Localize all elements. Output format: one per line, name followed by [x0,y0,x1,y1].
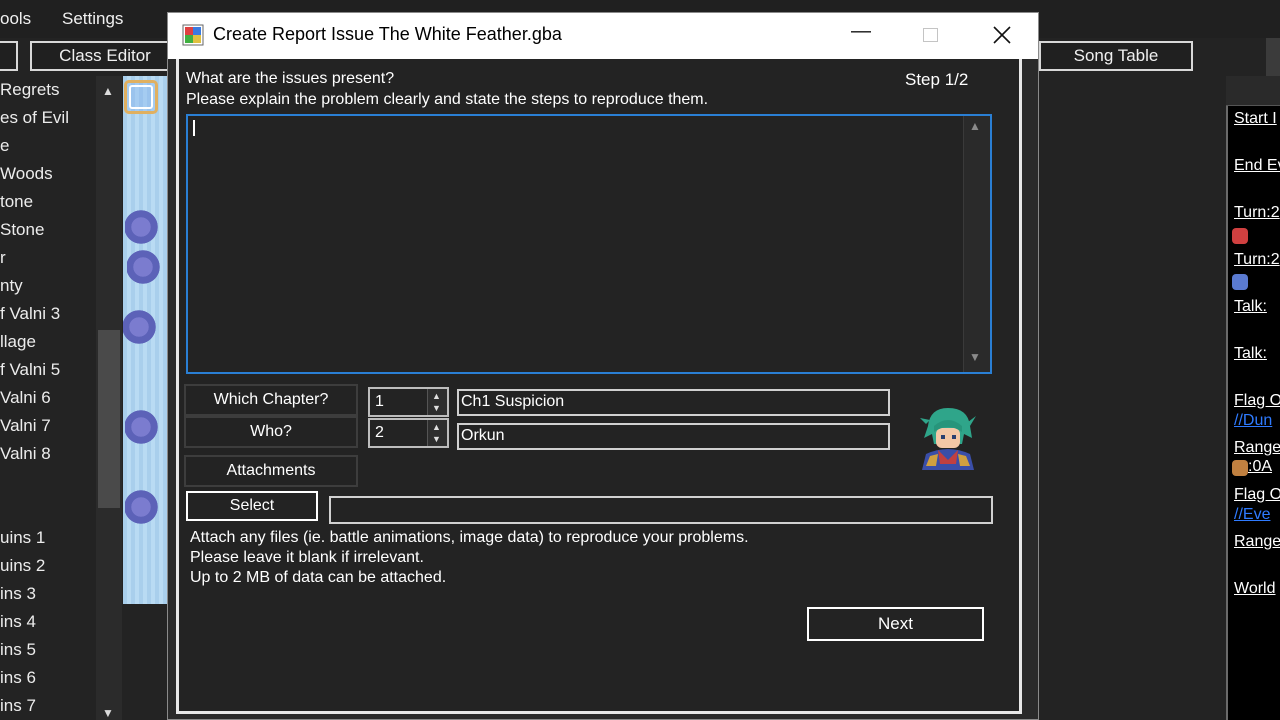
scroll-up-icon[interactable]: ▲ [969,119,981,133]
stepper-up-icon[interactable]: ▲ [432,391,441,401]
list-item[interactable]: uins 2 [0,556,45,576]
list-item[interactable]: Valni 8 [0,444,51,464]
who-name-field[interactable]: Orkun [457,423,890,450]
scroll-up-icon[interactable]: ▲ [102,84,114,98]
text-caret [193,120,195,136]
event-line[interactable]: :0A [1248,458,1272,476]
event-line[interactable]: Talk: [1234,298,1267,316]
list-item[interactable]: nty [0,276,23,296]
list-scrollbar-thumb[interactable] [98,330,120,508]
chapter-stepper[interactable]: 1 ▲ ▼ [368,387,449,417]
select-file-button[interactable]: Select [186,491,318,521]
scroll-down-icon[interactable]: ▼ [969,350,981,364]
textarea-scrollbar[interactable] [963,116,990,372]
dialog-title: Create Report Issue The White Feather.gb… [213,24,562,44]
attachments-label: Attachments [184,455,358,487]
issue-description-textarea[interactable] [186,114,992,374]
unit-icon [1232,228,1248,244]
list-item[interactable]: es of Evil [0,108,69,128]
event-line[interactable]: Flag O [1234,486,1280,504]
event-line[interactable]: Talk: [1234,345,1267,363]
event-comment[interactable]: //Dun [1234,412,1272,430]
stepper-down-icon[interactable]: ▼ [432,434,441,444]
minimize-icon[interactable]: — [851,20,871,43]
list-item[interactable]: Stone [0,220,44,240]
list-item[interactable]: Valni 7 [0,416,51,436]
map-preview[interactable] [123,76,171,604]
list-item[interactable]: Regrets [0,80,60,100]
list-item[interactable]: llage [0,332,36,352]
event-line[interactable]: Flag O [1234,392,1280,410]
class-editor-button[interactable]: Class Editor [30,41,180,71]
tree-tile [127,246,167,288]
event-line[interactable]: Turn:2 [1234,251,1280,269]
list-item[interactable]: r [0,248,6,268]
menu-settings[interactable]: Settings [62,9,123,29]
scroll-down-icon[interactable]: ▼ [102,706,114,720]
list-item[interactable]: f Valni 3 [0,304,60,324]
song-table-button[interactable]: Song Table [1039,41,1193,71]
step-indicator: Step 1/2 [905,70,969,89]
window-edge [1266,38,1280,76]
maximize-icon [923,28,938,42]
list-item[interactable]: tone [0,192,33,212]
event-line[interactable]: Range [1234,439,1280,457]
list-item[interactable]: ins 3 [0,584,36,604]
list-item[interactable]: uins 1 [0,528,45,548]
event-line[interactable]: Range [1234,533,1280,551]
event-line[interactable]: End Ev [1234,157,1280,175]
tree-tile [125,486,165,528]
menu-tools[interactable]: ools [0,9,31,29]
chapter-list[interactable]: Regrets es of Evil e Woods tone Stone r … [0,76,96,720]
tree-tile [125,206,165,248]
list-item[interactable]: Valni 6 [0,388,51,408]
app-icon [182,24,204,46]
list-item[interactable]: Woods [0,164,53,184]
who-stepper[interactable]: 2 ▲ ▼ [368,418,449,448]
issue-instruction: Please explain the problem clearly and s… [186,91,709,108]
list-item[interactable]: ins 6 [0,668,36,688]
event-comment[interactable]: //Eve [1234,506,1270,524]
list-item[interactable]: ins 4 [0,612,36,632]
tree-tile [123,306,163,348]
map-cursor-inner [129,85,153,109]
chapter-stepper-value: 1 [375,393,384,410]
event-line[interactable]: Start I [1234,110,1277,128]
next-button[interactable]: Next [807,607,984,641]
event-panel-header [1226,76,1280,106]
who-label: Who? [184,416,358,448]
list-item[interactable]: f Valni 5 [0,360,60,380]
tree-tile [125,406,165,448]
stepper-arrows[interactable]: ▲ ▼ [427,389,447,415]
who-stepper-value: 2 [375,424,384,441]
item-icon [1232,460,1248,476]
event-line[interactable]: Turn:2 [1234,204,1280,222]
character-portrait [920,408,976,470]
event-panel[interactable]: Start I End Ev Turn:2 Turn:2 Talk: Talk:… [1226,76,1280,720]
toolbar-button-partial[interactable] [0,41,18,71]
close-icon[interactable] [993,26,1011,44]
chapter-label: Which Chapter? [184,384,358,416]
attach-help-line: Attach any files (ie. battle animations,… [190,529,749,546]
list-item[interactable]: ins 5 [0,640,36,660]
chapter-name-field[interactable]: Ch1 Suspicion [457,389,890,416]
attach-help-line: Please leave it blank if irrelevant. [190,549,424,566]
attach-help-line: Up to 2 MB of data can be attached. [190,569,447,586]
stepper-down-icon[interactable]: ▼ [432,403,441,413]
list-item[interactable]: ins 7 [0,696,36,716]
stepper-up-icon[interactable]: ▲ [432,422,441,432]
unit-icon [1232,274,1248,290]
event-line[interactable]: World [1234,580,1276,598]
attachment-path-field[interactable] [329,496,993,524]
list-item[interactable]: e [0,136,9,156]
stepper-arrows[interactable]: ▲ ▼ [427,420,447,446]
issue-question: What are the issues present? [186,70,395,87]
